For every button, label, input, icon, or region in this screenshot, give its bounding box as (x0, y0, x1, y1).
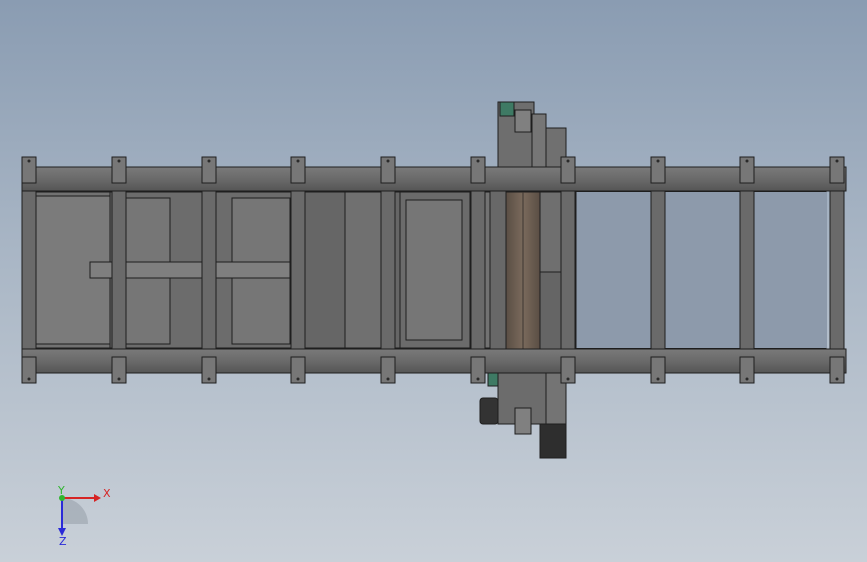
x-axis-arrow (94, 494, 101, 502)
bottom-rail (21, 348, 847, 374)
drive-lower-sensor (487, 371, 499, 387)
conveyor-frame-drawing (21, 101, 847, 459)
open-bay (575, 192, 827, 348)
drive-sensor (499, 101, 515, 117)
motor (539, 423, 567, 459)
y-axis-label: Y (57, 484, 65, 497)
top-rail (21, 166, 847, 192)
x-axis-label: X (103, 487, 111, 500)
right-module-plate (405, 199, 463, 341)
middle-plate (344, 191, 382, 349)
drive-lower-bracket (514, 407, 532, 435)
z-axis-label: Z (59, 535, 67, 548)
drive-bracket (514, 109, 532, 133)
orientation-triad[interactable]: X Y Z (57, 484, 111, 548)
cad-viewport[interactable]: X Y Z (0, 0, 867, 562)
cad-model-view[interactable]: X Y Z (0, 0, 867, 562)
triad-shadow (62, 498, 88, 524)
gear-hub (479, 397, 499, 425)
